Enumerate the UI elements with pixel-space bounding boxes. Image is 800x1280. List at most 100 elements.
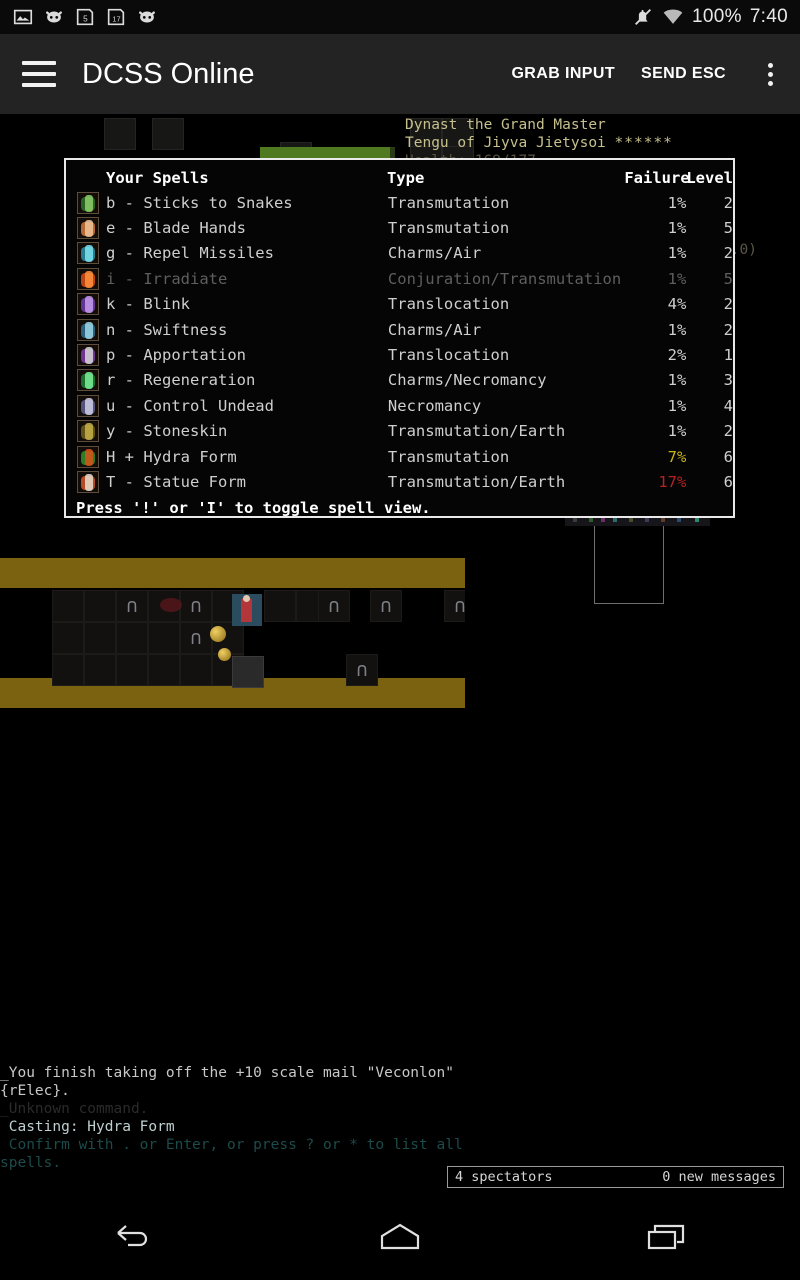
spell-icon-regeneration xyxy=(77,369,99,392)
spell-icon-swiftness xyxy=(77,318,99,341)
game-viewport[interactable]: Dynast the Grand Master Tengu of Jiyva J… xyxy=(0,114,800,1194)
recent-apps-icon[interactable] xyxy=(622,1207,712,1267)
battery-percentage: 100% xyxy=(692,6,742,27)
home-icon[interactable] xyxy=(355,1207,445,1267)
spell-name: r - Regeneration xyxy=(106,371,256,390)
spell-level: 6 xyxy=(723,447,733,466)
spell-type: Transmutation xyxy=(387,193,510,212)
minimap-viewport-box xyxy=(594,526,664,604)
spell-row[interactable]: T - Statue Form Transmutation/Earth 17% 6 xyxy=(66,469,733,494)
spell-type: Transmutation xyxy=(387,219,510,238)
spell-level: 2 xyxy=(723,320,733,339)
spell-failure: 1% xyxy=(667,269,687,288)
cyanogenmod-icon xyxy=(46,11,62,23)
spell-level: 3 xyxy=(723,371,733,390)
spell-icon-sticks-to-snakes xyxy=(77,191,99,214)
spell-row[interactable]: b - Sticks to Snakes Transmutation 1% 2 xyxy=(66,190,733,215)
spell-row[interactable]: r - Regeneration Charms/Necromancy 1% 3 xyxy=(66,368,733,393)
spell-failure: 1% xyxy=(667,422,687,441)
send-esc-button[interactable]: SEND ESC xyxy=(641,65,726,83)
column-header-name: Your Spells xyxy=(106,169,209,187)
spell-failure: 1% xyxy=(667,320,687,339)
spell-level: 2 xyxy=(723,193,733,212)
page-title: DCSS Online xyxy=(82,57,255,90)
spell-row[interactable]: u - Control Undead Necromancy 1% 4 xyxy=(66,393,733,418)
hamburger-menu-icon[interactable] xyxy=(22,61,56,87)
dungeon-map[interactable]: ∩ ∩ ∩ ∩ ∩ ∩ ∩ xyxy=(0,528,465,708)
cyanogenmod-icon-2 xyxy=(139,11,155,23)
spell-list-dialog[interactable]: Your Spells Type Failure Level b - Stick… xyxy=(64,158,735,518)
spell-name: i - Irradiate xyxy=(106,269,228,288)
spell-failure: 4% xyxy=(667,295,687,314)
log-message: _You finish taking off the +10 scale mai… xyxy=(0,1065,454,1081)
spell-name: T - Statue Form xyxy=(106,472,246,491)
spell-row[interactable]: i - Irradiate Conjuration/Transmutation 1%… xyxy=(66,266,733,291)
column-header-type: Type xyxy=(386,169,425,187)
status-bar-system-icons: 100% 7:40 xyxy=(632,6,788,28)
spell-type: Translocation xyxy=(387,295,510,314)
grab-input-button[interactable]: GRAB INPUT xyxy=(511,65,615,83)
spell-level: 5 xyxy=(723,269,733,288)
spell-row[interactable]: g - Repel Missiles Charms/Air 1% 2 xyxy=(66,241,733,266)
spell-type: Translocation xyxy=(387,346,510,365)
spell-name: b - Sticks to Snakes xyxy=(106,193,293,212)
log-message: spells. xyxy=(0,1155,62,1171)
player-character[interactable] xyxy=(232,594,262,626)
log-message: {rElec}. xyxy=(0,1083,70,1099)
svg-text:17: 17 xyxy=(112,15,120,24)
spell-name: u - Control Undead xyxy=(106,396,274,415)
spell-icon-apportation xyxy=(77,344,99,367)
spell-row[interactable]: p - Apportation Translocation 2% 1 xyxy=(66,342,733,367)
status-bar-notification-icons: 5 17 xyxy=(12,6,158,28)
spell-level: 2 xyxy=(723,295,733,314)
clock: 7:40 xyxy=(749,6,788,27)
spell-row[interactable]: y - Stoneskin Transmutation/Earth 1% 2 xyxy=(66,419,733,444)
spell-failure: 7% xyxy=(667,447,687,466)
app-screen: 5 17 100% 7:40 DCSS Online GRAB INPUT SE… xyxy=(0,0,800,1280)
spell-level: 6 xyxy=(723,472,733,491)
spell-type: Conjuration/Transmutation xyxy=(387,269,622,288)
spell-icon-repel-missiles xyxy=(77,242,99,265)
spell-icon-control-undead xyxy=(77,394,99,417)
spell-icon-stoneskin xyxy=(77,420,99,443)
piety-stars: ****** xyxy=(614,135,673,151)
spell-failure: 1% xyxy=(667,219,687,238)
screenshot-icon xyxy=(13,9,33,25)
spell-failure: 17% xyxy=(658,472,687,491)
spell-list-body: b - Sticks to Snakes Transmutation 1% 2 e - … xyxy=(66,190,733,495)
back-arrow-icon[interactable] xyxy=(88,1207,178,1267)
dialog-footer-hint: Press '!' or 'I' to toggle spell view. xyxy=(76,498,431,517)
spell-row[interactable]: H + Hydra Form Transmutation 7% 6 xyxy=(66,444,733,469)
spell-row[interactable]: e - Blade Hands Transmutation 1% 5 xyxy=(66,215,733,240)
log-message: Casting: Hydra Form xyxy=(0,1119,175,1135)
log-message: Confirm with . or Enter, or press ? or *… xyxy=(0,1137,463,1153)
spell-type: Necromancy xyxy=(387,396,482,415)
spell-level: 1 xyxy=(723,346,733,365)
spell-type: Charms/Necromancy xyxy=(387,371,547,390)
log-message: _Unknown command. xyxy=(0,1101,149,1117)
spectator-bar[interactable]: 4 spectators 0 new messages xyxy=(447,1166,784,1188)
item-gold-coin xyxy=(218,648,231,661)
spell-type: Transmutation xyxy=(387,447,510,466)
spell-type: Charms/Air xyxy=(387,244,482,263)
toolbar-actions: GRAB INPUT SEND ESC xyxy=(511,57,800,91)
spell-type: Transmutation/Earth xyxy=(387,422,566,441)
spell-failure: 1% xyxy=(667,193,687,212)
spell-type: Charms/Air xyxy=(387,320,482,339)
spell-row[interactable]: n - Swiftness Charms/Air 1% 2 xyxy=(66,317,733,342)
spell-level: 4 xyxy=(723,396,733,415)
calendar-17-icon: 17 xyxy=(107,8,125,26)
spectator-count: 4 spectators xyxy=(455,1169,553,1185)
overflow-menu-icon[interactable] xyxy=(756,57,784,91)
character-race-god: Tengu of Jiyva Jietysoi xyxy=(405,135,606,151)
spell-icon-blade-hands xyxy=(77,217,99,240)
character-name: Dynast the Grand Master xyxy=(405,117,606,133)
spell-level: 2 xyxy=(723,244,733,263)
blood-splatter xyxy=(160,598,182,612)
spell-icon-blink xyxy=(77,293,99,316)
spell-row[interactable]: k - Blink Translocation 4% 2 xyxy=(66,292,733,317)
spell-level: 5 xyxy=(723,219,733,238)
item-gold-pile xyxy=(210,626,226,642)
column-header-level: Level xyxy=(686,169,733,187)
spell-name: H + Hydra Form xyxy=(106,447,237,466)
